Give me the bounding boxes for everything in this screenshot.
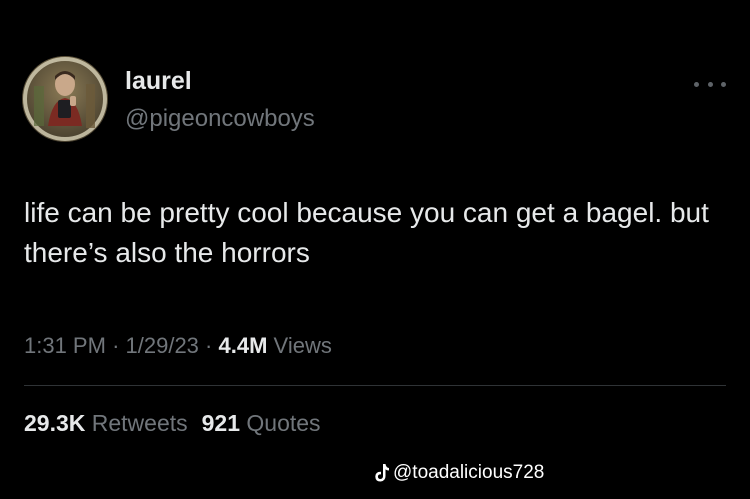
meta-separator: · — [112, 333, 120, 358]
watermark: @toadalicious728 — [374, 460, 544, 486]
quotes-count: 921 — [201, 410, 241, 436]
tweet-stats: 29.3K Retweets 921 Quotes — [24, 408, 321, 438]
quotes-label: Quotes — [246, 410, 321, 436]
profile-photo-icon — [22, 56, 108, 142]
tiktok-icon — [375, 464, 389, 482]
retweets-stat[interactable]: 29.3K Retweets — [24, 410, 188, 436]
retweets-count: 29.3K — [24, 410, 86, 436]
dot — [721, 81, 726, 87]
views-count: 4.4M — [218, 333, 268, 358]
meta-separator: · — [205, 333, 213, 358]
views-label: Views — [273, 333, 332, 358]
tweet-date[interactable]: 1/29/23 — [126, 333, 199, 358]
handle[interactable]: @pigeoncowboys — [125, 104, 315, 134]
dot — [707, 81, 713, 87]
retweets-label: Retweets — [91, 410, 188, 436]
quotes-stat[interactable]: 921 Quotes — [202, 410, 321, 436]
tweet: laurel @pigeoncowboys life can be pretty… — [0, 0, 750, 499]
watermark-text: @toadalicious728 — [393, 462, 545, 483]
tweet-time[interactable]: 1:31 PM — [24, 333, 106, 358]
dot — [694, 81, 699, 87]
more-horizontal-icon[interactable] — [694, 74, 726, 94]
tweet-text: life can be pretty cool because you can … — [24, 197, 709, 268]
tweet-meta: 1:31 PM · 1/29/23 · 4.4M Views — [24, 331, 332, 361]
avatar[interactable] — [22, 56, 108, 142]
divider — [24, 385, 726, 386]
display-name[interactable]: laurel — [125, 66, 192, 96]
